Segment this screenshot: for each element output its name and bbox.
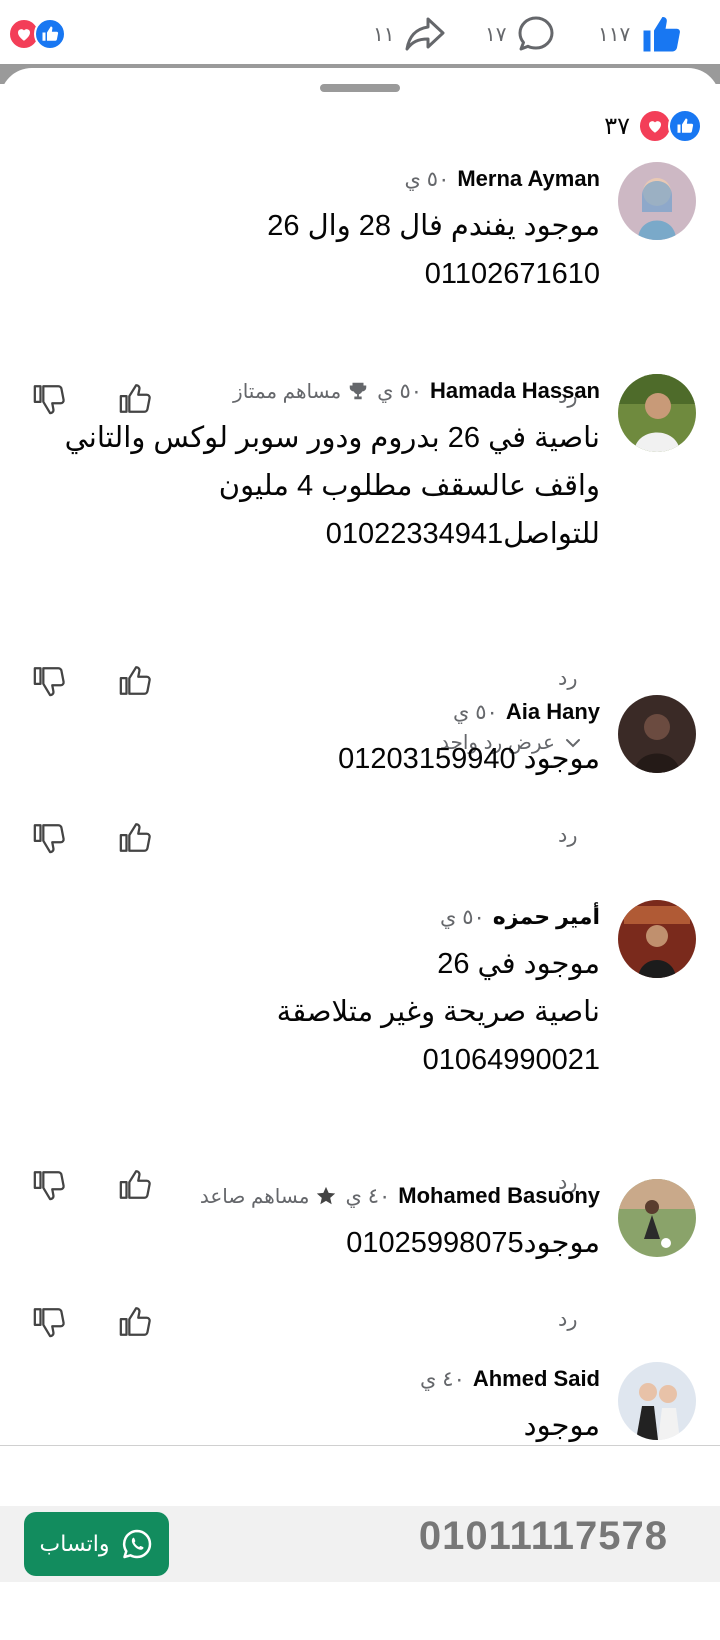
contact-bar: واتساب 01011117578	[0, 1506, 720, 1582]
comment-line: 01064990021	[422, 1044, 600, 1076]
badge-label: مساهم صاعد	[199, 1185, 310, 1208]
comment-time: ٤٠ ي	[420, 1367, 465, 1391]
comment-time: ٤٠ ي	[345, 1184, 391, 1208]
like-reaction-icon	[668, 109, 702, 143]
comment-header: Hamada Hassan ٥٠ ي مساهم ممتاز	[233, 374, 600, 408]
comment-line: موجود01025998075	[346, 1227, 600, 1259]
trophy-icon	[349, 382, 367, 400]
avatar[interactable]	[618, 374, 696, 452]
reply-button[interactable]: رد	[558, 823, 578, 848]
avatar[interactable]	[618, 900, 696, 978]
comment-bubble-icon	[518, 16, 554, 51]
phone-number[interactable]: 01011117578	[419, 1514, 668, 1559]
comment-header: Aia Hany ٥٠ ي	[453, 695, 600, 729]
sheet-reaction-count: ٣٧	[604, 112, 630, 140]
commenter-name[interactable]: Hamada Hassan	[430, 378, 600, 404]
badge-label: مساهم ممتاز	[233, 380, 342, 403]
drag-handle[interactable]	[320, 84, 400, 92]
commenter-name[interactable]: Ahmed Said	[473, 1366, 600, 1392]
sheet-reactions-summary[interactable]: ٣٧	[604, 108, 702, 144]
comment-line: واقف عالسقف مطلوب 4 مليون	[218, 470, 600, 502]
thumbs-down-icon[interactable]	[32, 821, 66, 855]
comment-line: موجود يفندم فال 28 وال 26	[267, 210, 600, 242]
thumbs-down-icon[interactable]	[32, 382, 66, 416]
comment-line: ناصية في 26 بدروم ودور سوبر لوكس والتاني	[64, 422, 600, 454]
comment-text: موجود01025998075	[40, 1219, 600, 1267]
thumbs-down-icon[interactable]	[32, 1168, 66, 1202]
avatar[interactable]	[618, 1179, 696, 1257]
thumbs-up-filled-icon	[643, 16, 681, 52]
reply-button[interactable]: رد	[558, 666, 578, 691]
comment-time: ٥٠ ي	[453, 700, 498, 724]
comment-actions: رد	[0, 664, 720, 704]
like-button[interactable]: ١١٧	[598, 10, 682, 58]
thumbs-up-icon[interactable]	[118, 1168, 152, 1202]
comment-text: موجود 01203159940	[40, 735, 600, 783]
comment-line: موجود	[523, 1410, 600, 1442]
comment-line: ناصية صريحة وغير متلاصقة	[276, 996, 600, 1028]
whatsapp-button[interactable]: واتساب	[24, 1512, 169, 1576]
whatsapp-icon	[123, 1529, 152, 1559]
comment-text: موجود في 26 ناصية صريحة وغير متلاصقة 010…	[40, 940, 600, 1084]
avatar[interactable]	[618, 695, 696, 773]
comment-text: موجود	[40, 1402, 600, 1448]
post-reactions-bar: ١١ ١٧ ١١٧	[0, 0, 720, 66]
comment-header: Ahmed Said ٤٠ ي	[420, 1362, 600, 1396]
like-count: ١١٧	[598, 23, 631, 46]
comments-sheet: ٣٧ Merna Ayman ٥٠ ي موجود يفندم فال 28 و…	[0, 68, 720, 1448]
star-icon	[317, 1186, 336, 1205]
comment-line: موجود في 26	[437, 948, 600, 980]
contributor-badge: مساهم ممتاز	[233, 379, 369, 404]
reaction-icons[interactable]	[8, 10, 66, 58]
thumbs-up-icon[interactable]	[118, 664, 152, 698]
comment-line: للتواصل01022334941	[325, 518, 600, 550]
thumbs-up-icon[interactable]	[118, 1305, 152, 1339]
avatar[interactable]	[618, 162, 696, 240]
like-reaction-icon	[34, 18, 66, 50]
thumbs-down-icon[interactable]	[32, 1305, 66, 1339]
commenter-name[interactable]: أمير حمزه	[493, 904, 600, 930]
comment-line: موجود 01203159940	[338, 743, 600, 775]
comment-text: ناصية في 26 بدروم ودور سوبر لوكس والتاني…	[40, 414, 600, 558]
thumbs-up-icon[interactable]	[118, 382, 152, 416]
comment-count: ١٧	[485, 23, 507, 46]
share-button[interactable]: ١١	[373, 10, 446, 58]
thumbs-up-icon[interactable]	[118, 821, 152, 855]
thumbs-down-icon[interactable]	[32, 664, 66, 698]
comment-actions: رد	[0, 821, 720, 861]
love-reaction-icon	[638, 109, 672, 143]
whatsapp-label: واتساب	[39, 1531, 110, 1556]
comment-header: أمير حمزه ٥٠ ي	[440, 900, 600, 934]
avatar[interactable]	[618, 1362, 696, 1440]
contributor-badge: مساهم صاعد	[200, 1184, 338, 1209]
comment-time: ٥٠ ي	[404, 167, 450, 191]
comment-time: ٥٠ ي	[377, 379, 423, 403]
comment-button[interactable]: ١٧	[485, 10, 556, 58]
comment-text: موجود يفندم فال 28 وال 26 01102671610	[40, 202, 600, 298]
share-count: ١١	[373, 23, 395, 46]
share-icon	[405, 17, 445, 51]
comment-line: 01102671610	[424, 258, 600, 290]
comment-time: ٥٠ ي	[439, 905, 485, 929]
comment-actions: رد	[0, 1305, 720, 1345]
comment-header: Merna Ayman ٥٠ ي	[405, 162, 600, 196]
reply-button[interactable]: رد	[558, 1307, 578, 1332]
commenter-name[interactable]: Mohamed Basuony	[398, 1183, 600, 1209]
commenter-name[interactable]: Aia Hany	[506, 699, 600, 725]
divider	[0, 1445, 720, 1446]
comment-header: Mohamed Basuony ٤٠ ي مساهم صاعد	[200, 1179, 600, 1213]
commenter-name[interactable]: Merna Ayman	[457, 166, 600, 192]
